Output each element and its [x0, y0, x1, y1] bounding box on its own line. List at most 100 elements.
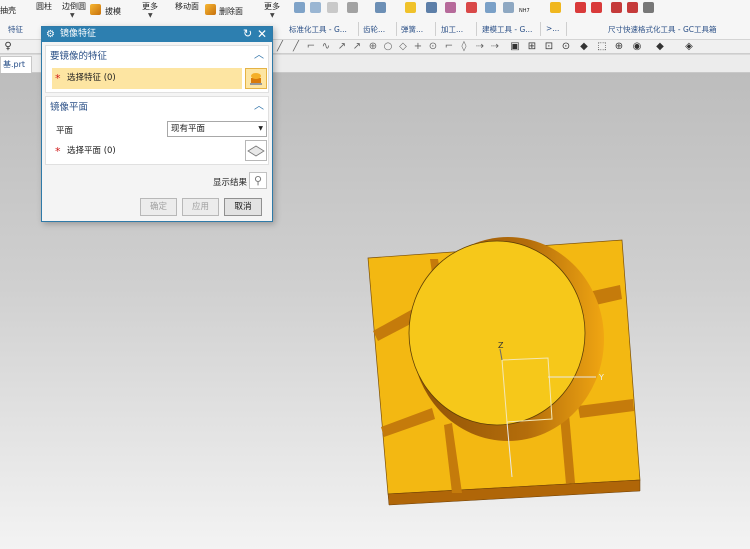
move-face-command[interactable]: 移动面: [175, 1, 199, 12]
snap-icon[interactable]: ╱: [275, 42, 285, 52]
tool-icon[interactable]: [405, 2, 416, 13]
edge-blend-command[interactable]: 边倒圆: [62, 1, 86, 12]
tool-icon[interactable]: [294, 2, 305, 13]
snap-icon[interactable]: ⊙: [428, 42, 438, 52]
filter-icon[interactable]: ♀: [3, 42, 13, 52]
snap-icon[interactable]: ⊕: [368, 42, 378, 52]
plane-select-value: 现有平面: [171, 124, 206, 134]
select-plane-button[interactable]: [245, 140, 267, 161]
cylinder-top: [408, 240, 586, 426]
group-gear[interactable]: 齿轮...: [363, 24, 385, 35]
tool-icon[interactable]: [347, 2, 358, 13]
apply-button[interactable]: 应用: [182, 198, 219, 216]
group-modeling-tools[interactable]: 建模工具 - G...: [482, 24, 532, 35]
tool-icon[interactable]: [591, 2, 602, 13]
show-result-button[interactable]: ⚲: [249, 172, 267, 189]
group-standard-tools[interactable]: 标准化工具 - G...: [289, 24, 347, 35]
snap-icon[interactable]: ↗: [352, 42, 362, 52]
plane-icon: [247, 145, 265, 157]
group-dim-format[interactable]: 尺寸快速格式化工具 - GC工具箱: [608, 24, 717, 35]
section-features-title[interactable]: 要镜像的特征: [50, 48, 107, 62]
tool-icon[interactable]: [485, 2, 496, 13]
group-machining[interactable]: 加工...: [441, 24, 463, 35]
gear-icon[interactable]: ⚙: [46, 28, 55, 41]
tool-icon[interactable]: [575, 2, 586, 13]
view-icon[interactable]: ◆: [579, 42, 589, 52]
group-divider: [396, 22, 397, 36]
group-overflow[interactable]: >...: [546, 24, 559, 33]
draft-command[interactable]: 拔模: [105, 6, 121, 17]
y-axis-label: Y: [598, 373, 604, 382]
chevron-up-icon[interactable]: ︿: [254, 46, 264, 61]
more-menu-2[interactable]: 更多: [264, 1, 280, 12]
view-icon[interactable]: ▣: [510, 42, 520, 52]
chevron-down-icon: ▼: [258, 125, 263, 132]
show-result-label: 显示结果: [213, 178, 248, 188]
tool-icon[interactable]: [550, 2, 561, 13]
tool-icon[interactable]: [643, 2, 654, 13]
plane-label: 平面: [56, 126, 74, 136]
tool-icon[interactable]: [627, 2, 638, 13]
snap-icon[interactable]: ∿: [321, 42, 331, 52]
snap-icon[interactable]: ↗: [337, 42, 347, 52]
tool-icon[interactable]: [375, 2, 386, 13]
chevron-up-icon[interactable]: ︿: [254, 97, 264, 112]
close-icon[interactable]: ✕: [257, 27, 267, 41]
tool-icon[interactable]: [426, 2, 437, 13]
select-feature-row[interactable]: * 选择特征 (0): [52, 68, 242, 89]
tool-icon[interactable]: [445, 2, 456, 13]
chevron-down-icon[interactable]: ▼: [270, 12, 275, 19]
shell-command[interactable]: 抽壳: [0, 5, 16, 16]
view-icon[interactable]: ⊡: [544, 42, 554, 52]
snap-icon[interactable]: ⇢: [490, 42, 500, 52]
group-feature: 特征: [8, 25, 23, 34]
dialog-title: 镜像特征: [60, 29, 97, 39]
ok-button[interactable]: 确定: [140, 198, 177, 216]
snap-icon[interactable]: ○: [383, 42, 393, 52]
snap-icon[interactable]: ⌐: [444, 42, 454, 52]
draft-icon[interactable]: [90, 4, 101, 15]
document-tab-label: 基.prt: [3, 60, 26, 69]
delete-face-icon[interactable]: [205, 4, 216, 15]
select-plane-row[interactable]: * 选择平面 (0): [52, 141, 242, 162]
view-icon[interactable]: ◉: [632, 42, 642, 52]
chevron-down-icon[interactable]: ▼: [70, 12, 75, 19]
snap-icon[interactable]: +: [413, 42, 423, 52]
cylinder-command[interactable]: 圆柱: [36, 1, 52, 12]
cancel-button[interactable]: 取消: [224, 198, 262, 216]
render-style-icon[interactable]: ◈: [684, 42, 694, 52]
snap-icon[interactable]: ◇: [398, 42, 408, 52]
view-icon[interactable]: ⊙: [561, 42, 571, 52]
snap-icon[interactable]: ⌐: [306, 42, 316, 52]
select-feature-button[interactable]: [245, 68, 267, 89]
plane-select[interactable]: 现有平面 ▼: [167, 121, 267, 137]
dialog-title-bar[interactable]: ⚙ 镜像特征 ↻ ✕: [42, 27, 272, 42]
view-icon[interactable]: ⬚: [597, 42, 607, 52]
required-star-icon: *: [55, 72, 61, 85]
section-mirror-plane: 镜像平面 ︿ 平面 现有平面 ▼ * 选择平面 (0): [45, 96, 269, 165]
chevron-down-icon[interactable]: ▼: [148, 12, 153, 19]
tool-icon[interactable]: [310, 2, 321, 13]
group-divider: [476, 22, 477, 36]
group-divider: [435, 22, 436, 36]
snap-icon[interactable]: ╱: [291, 42, 301, 52]
tool-icon[interactable]: [327, 2, 338, 13]
render-style-icon[interactable]: ◆: [655, 42, 665, 52]
tool-icon[interactable]: [466, 2, 477, 13]
section-features: 要镜像的特征 ︿ * 选择特征 (0): [45, 45, 269, 93]
select-plane-label: 选择平面 (0): [67, 146, 116, 156]
snap-icon[interactable]: ◊: [459, 42, 469, 52]
tool-icon[interactable]: [503, 2, 514, 13]
select-feature-label: 选择特征 (0): [67, 73, 116, 83]
section-plane-title[interactable]: 镜像平面: [50, 99, 88, 113]
reset-icon[interactable]: ↻: [243, 27, 252, 41]
group-spring[interactable]: 弹簧...: [401, 24, 423, 35]
view-icon[interactable]: ⊞: [527, 42, 537, 52]
more-menu-1[interactable]: 更多: [142, 1, 158, 12]
magnifier-icon: ⚲: [253, 174, 263, 187]
snap-icon[interactable]: ⇢: [475, 42, 485, 52]
tool-icon[interactable]: [611, 2, 622, 13]
delete-face-command[interactable]: 删除面: [219, 6, 243, 17]
view-icon[interactable]: ⊕: [614, 42, 624, 52]
document-tab[interactable]: 基.prt: [0, 56, 32, 73]
